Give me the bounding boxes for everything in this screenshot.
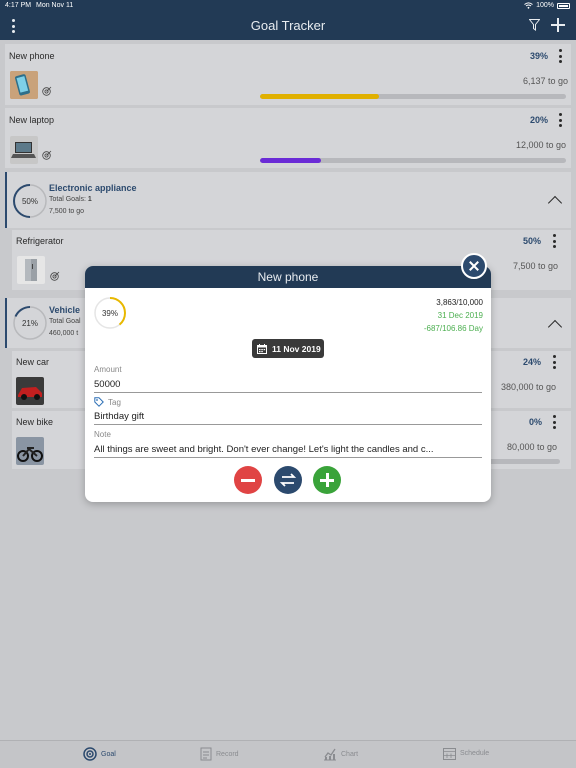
target-date: 31 Dec 2019 [437, 311, 483, 320]
swap-icon [279, 473, 297, 487]
group-name: Vehicle [49, 305, 81, 315]
record-icon [200, 747, 212, 761]
goal-name: New phone [9, 51, 55, 61]
tab-goal[interactable]: Goal [83, 747, 116, 761]
group-progress-ring: 21% [13, 306, 47, 340]
goal-name: Refrigerator [16, 236, 64, 246]
note-label: Note [94, 430, 111, 439]
add-goal-button[interactable] [551, 18, 565, 32]
goal-progress-ring: 39% [94, 297, 126, 329]
goal-progress-bar [260, 94, 566, 99]
dialog-title: New phone [257, 270, 319, 284]
goal-thumbnail [10, 136, 38, 164]
tab-record[interactable]: Record [200, 747, 239, 761]
target-icon [42, 150, 52, 160]
goal-options-button[interactable] [558, 49, 562, 63]
goal-summary: 3,863/10,000 31 Dec 2019 -687/106.86 Day [424, 296, 483, 335]
per-day-rate: -687/106.86 Day [423, 324, 483, 333]
goal-name: New bike [16, 417, 54, 427]
goal-percent: 39% [530, 51, 549, 61]
chevron-up-icon[interactable] [547, 195, 563, 211]
goal-remaining: 12,000 to go [516, 140, 567, 150]
goal-percent: 50% [523, 236, 542, 246]
dialog-header: New phone [85, 266, 491, 288]
tab-label: Chart [341, 750, 359, 758]
goal-progress-fill [260, 94, 380, 99]
svg-text:21%: 21% [22, 319, 38, 328]
goal-remaining: 80,000 to go [507, 442, 558, 452]
tab-chart[interactable]: Chart [323, 747, 358, 761]
date-picker-button[interactable]: 11 Nov 2019 [252, 339, 324, 358]
battery-percent: 100% [536, 2, 554, 9]
goal-options-button[interactable] [552, 355, 556, 369]
group-remaining: 7,500 to go [49, 208, 85, 215]
goal-progress-bar [260, 158, 566, 163]
group-total-goals: Total Goals: 1 [49, 196, 92, 203]
goal-options-button[interactable] [552, 234, 556, 248]
note-field[interactable]: All things are sweet and bright. Don't e… [94, 444, 482, 458]
tab-bar: Goal Record Chart Schedule [0, 740, 576, 768]
tag-label-row: Tag [94, 397, 121, 407]
battery-icon [557, 2, 570, 9]
goal-options-button[interactable] [558, 113, 562, 127]
group-remaining: 460,000 t [49, 330, 79, 337]
tag-label: Tag [108, 397, 121, 407]
group-name: Electronic appliance [49, 183, 137, 193]
target-icon [42, 86, 52, 96]
goal-remaining: 6,137 to go [523, 76, 569, 86]
chevron-up-icon[interactable] [547, 319, 563, 335]
amount-label: Amount [94, 365, 122, 374]
filter-icon[interactable] [529, 19, 540, 31]
tab-label: Schedule [460, 750, 490, 757]
status-date: Mon Nov 11 [36, 2, 74, 9]
goal-thumbnail [16, 437, 44, 465]
transfer-button[interactable] [274, 466, 302, 494]
tag-icon [94, 397, 104, 407]
status-time: 4:17 PM [5, 2, 32, 9]
tab-schedule[interactable]: Schedule [443, 747, 489, 760]
tab-label: Goal [101, 750, 116, 758]
record-dialog: New phone 39% 3,863/10,000 31 Dec 2019 -… [85, 266, 491, 502]
entry-date: 11 Nov 2019 [272, 343, 321, 354]
goal-thumbnail [16, 377, 44, 405]
goal-progress-fill [260, 158, 322, 163]
goal-name: New laptop [9, 115, 55, 125]
goal-card-new-laptop[interactable]: New laptop 20% 12,000 to go [5, 108, 571, 168]
nav-bar: Goal Tracker [0, 12, 576, 40]
goal-percent: 0% [529, 417, 543, 427]
group-total-goals: Total Goal [49, 318, 81, 325]
goal-remaining: 7,500 to go [513, 261, 559, 271]
page-title: Goal Tracker [250, 18, 326, 33]
wifi-icon [524, 2, 533, 9]
amount-summary: 3,863/10,000 [436, 298, 483, 307]
goal-remaining: 380,000 to go [501, 382, 557, 392]
goal-thumbnail [10, 71, 38, 99]
goal-card-new-phone[interactable]: New phone 39% 6,137 to go [5, 44, 571, 105]
calendar-icon [257, 343, 267, 354]
add-button[interactable] [313, 466, 341, 494]
svg-text:50%: 50% [22, 197, 38, 206]
amount-field[interactable]: 50000 [94, 379, 482, 393]
tag-field[interactable]: Birthday gift [94, 411, 482, 425]
group-electronic-appliance[interactable]: 50% Electronic appliance Total Goals: 1 … [5, 172, 571, 228]
subtract-button[interactable] [234, 466, 262, 494]
goal-name: New car [16, 357, 50, 367]
goal-thumbnail [17, 256, 45, 284]
tab-label: Record [216, 750, 239, 758]
chart-icon [324, 748, 336, 761]
target-icon [83, 747, 97, 761]
svg-text:39%: 39% [102, 309, 118, 318]
status-bar: 4:17 PM Mon Nov 11 100% [0, 0, 576, 12]
goal-percent: 20% [530, 115, 549, 125]
goal-percent: 24% [523, 357, 542, 367]
calendar-icon [443, 748, 456, 760]
target-icon [50, 271, 60, 281]
close-dialog-button[interactable] [461, 253, 487, 279]
group-progress-ring: 50% [13, 184, 47, 218]
goal-options-button[interactable] [552, 415, 556, 429]
